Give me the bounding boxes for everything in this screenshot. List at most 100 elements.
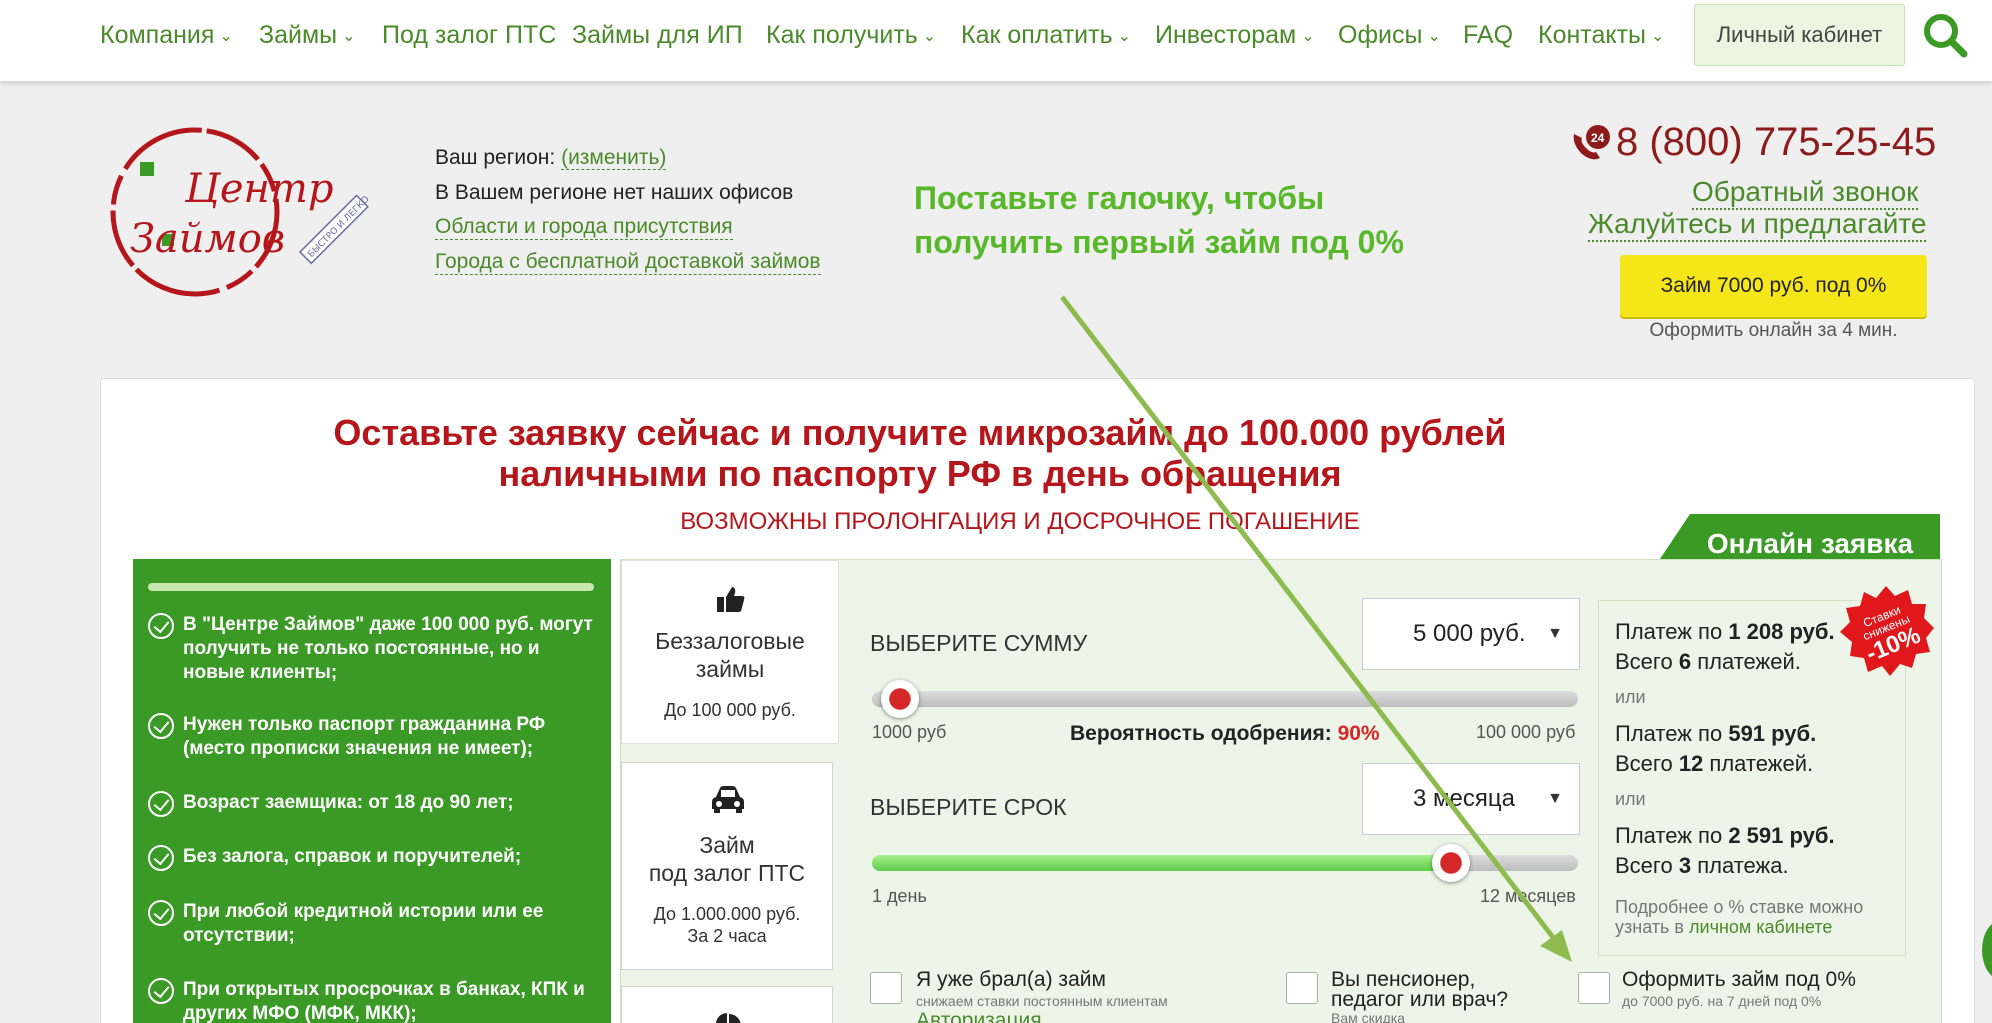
benefit-text: В "Центре Займов" даже 100 000 руб. могу… <box>183 614 593 683</box>
term-slider-thumb[interactable] <box>1431 844 1470 882</box>
payment-amount: 591 руб. <box>1728 721 1817 746</box>
search-icon[interactable] <box>1922 12 1968 58</box>
headline-line1: Оставьте заявку сейчас и получите микроз… <box>333 412 1507 453</box>
areas-link[interactable]: Области и города присутствия <box>435 215 733 240</box>
payment-or: или <box>1615 789 1646 809</box>
authorization-link[interactable]: Авторизация <box>916 1010 1042 1023</box>
term-select[interactable]: 3 месяца ▼ <box>1362 763 1580 835</box>
nav-item-offices[interactable]: Офисы ⌄ <box>1338 20 1441 54</box>
term-slider-fill <box>872 855 1451 871</box>
product-tab-unsecured[interactable]: Беззалоговые займы До 100 000 руб. <box>621 560 839 744</box>
nav-item-loans[interactable]: Займы ⌄ <box>259 20 356 54</box>
benefit-text: При любой кредитной истории или ее отсут… <box>183 901 544 946</box>
personal-cabinet-link[interactable]: личном кабинете <box>1689 917 1832 937</box>
phone-24-icon: 24 <box>1573 125 1610 160</box>
chevron-down-icon: ⌄ <box>1117 28 1132 45</box>
payment-total-count: 3 <box>1678 853 1692 878</box>
benefit-item: Возраст заемщика: от 18 до 90 лет; <box>148 791 598 817</box>
loan-button-subtitle: Оформить онлайн за 4 мин. <box>1649 320 1898 341</box>
term-label: ВЫБЕРИТЕ СРОК <box>870 794 1067 820</box>
benefit-item: При любой кредитной истории или ее отсут… <box>148 900 598 948</box>
returning-client-checkbox[interactable] <box>870 972 902 1004</box>
chevron-down-icon: ⌄ <box>922 28 937 45</box>
car-icon <box>712 786 744 813</box>
product-subtitle: За 2 часа <box>687 926 767 946</box>
caret-down-icon: ▼ <box>1547 790 1563 807</box>
product-title: Беззалоговые <box>655 628 805 654</box>
zero-percent-loan-checkbox[interactable] <box>1578 972 1610 1004</box>
term-min-label: 1 день <box>872 886 927 906</box>
check-circle-icon <box>148 791 174 817</box>
callback-link[interactable]: Обратный звонок <box>1692 176 1919 210</box>
nav-item-how-to-pay[interactable]: Как оплатить ⌄ <box>961 20 1131 54</box>
phone-number[interactable]: 8 (800) 775-25-45 <box>1616 120 1936 165</box>
nav-item-investors[interactable]: Инвесторам ⌄ <box>1155 20 1315 54</box>
nav-item-label: Инвесторам <box>1155 21 1297 49</box>
loan-zero-percent-button[interactable]: Займ 7000 руб. под 0% <box>1620 255 1927 317</box>
payment-total-prefix: Всего <box>1615 853 1673 878</box>
product-tab-pts[interactable]: Займ под залог ПТС До 1.000.000 руб. За … <box>621 762 833 970</box>
annotation-line1: Поставьте галочку, чтобы <box>914 180 1325 216</box>
payment-total-count: 6 <box>1678 649 1692 674</box>
change-region-link[interactable]: (изменить) <box>561 146 667 170</box>
payment-prefix: Платеж по <box>1615 823 1723 848</box>
term-select-value: 3 месяца <box>1413 785 1515 812</box>
check-circle-icon <box>148 613 174 639</box>
chevron-down-icon: ⌄ <box>219 28 233 45</box>
payment-or: или <box>1615 687 1646 707</box>
benefits-divider <box>148 583 594 591</box>
company-logo[interactable]: Центр Займов БЫСТРО И ЛЕГКО <box>100 122 370 300</box>
sum-select-value: 5 000 руб. <box>1413 620 1526 647</box>
payment-amount: 2 591 руб. <box>1728 823 1835 848</box>
page-subheadline: ВОЗМОЖНЫ ПРОЛОНГАЦИЯ И ДОСРОЧНОЕ ПОГАШЕН… <box>680 508 1360 535</box>
free-delivery-link[interactable]: Города с бесплатной доставкой займов <box>435 250 821 275</box>
nav-item-contacts[interactable]: Контакты ⌄ <box>1538 20 1664 54</box>
approval-probability: Вероятность одобрения: 90% <box>1070 722 1380 746</box>
pie-chart-icon <box>716 1013 741 1023</box>
complaints-link[interactable]: Жалуйтесь и предлагайте <box>1588 208 1927 242</box>
payment-prefix: Платеж по <box>1615 721 1723 746</box>
check-circle-icon <box>148 900 174 926</box>
nav-item-ip-loans[interactable]: Займы для ИП <box>572 20 743 50</box>
term-slider-track[interactable] <box>872 855 1578 871</box>
benefit-item: При открытых просрочках в банках, КПК и … <box>148 978 598 1023</box>
payment-total-1: Всего 6 платежей. <box>1615 649 1801 675</box>
approval-label: Вероятность одобрения: <box>1070 722 1332 745</box>
headline-line2: наличными по паспорту РФ в день обращени… <box>498 453 1342 494</box>
no-offices-text: В Вашем регионе нет наших офисов <box>435 181 794 204</box>
sum-label: ВЫБЕРИТЕ СУММУ <box>870 630 1088 656</box>
nav-item-how-to-get[interactable]: Как получить ⌄ <box>766 20 936 54</box>
logo-text-line2: Займов <box>130 216 285 262</box>
nav-item-label: Как получить <box>766 21 918 49</box>
nav-item-label: Займы для ИП <box>572 21 743 49</box>
nav-item-faq[interactable]: FAQ <box>1463 20 1513 50</box>
nav-item-company[interactable]: Компания ⌄ <box>100 20 233 54</box>
sum-select[interactable]: 5 000 руб. ▼ <box>1362 598 1580 670</box>
pensioner-checkbox[interactable] <box>1286 972 1318 1004</box>
payment-amount: 1 208 руб. <box>1728 619 1835 644</box>
product-subtitle: До 1.000.000 руб. <box>653 904 801 924</box>
nav-item-label: Контакты <box>1538 21 1646 49</box>
region-line: Ваш регион: (изменить) <box>435 146 667 170</box>
payment-total-suffix: платежа. <box>1697 853 1789 878</box>
product-tab-third[interactable] <box>621 986 833 1023</box>
personal-cabinet-button[interactable]: Личный кабинет <box>1694 4 1905 66</box>
logo-text-line1: Центр <box>184 166 333 212</box>
nav-item-label: Займы <box>259 21 338 49</box>
sum-max-label: 100 000 руб <box>1476 722 1576 742</box>
sum-slider-thumb[interactable] <box>881 680 920 718</box>
nav-item-pts[interactable]: Под залог ПТС <box>382 20 556 50</box>
chat-widget-button[interactable] <box>1982 920 1992 980</box>
zero-percent-loan-label: Оформить займ под 0% <box>1622 968 1856 991</box>
nav-item-label: Как оплатить <box>961 21 1113 49</box>
payment-total-prefix: Всего <box>1615 649 1673 674</box>
payment-total-suffix: платежей. <box>1697 649 1801 674</box>
benefit-item: Без залога, справок и поручителей; <box>148 845 598 871</box>
payment-option-2: Платеж по 591 руб. <box>1615 721 1816 747</box>
top-navigation: Компания ⌄ Займы ⌄ Под залог ПТС Займы для… <box>0 0 1992 82</box>
nav-item-label: Компания <box>100 21 215 49</box>
benefit-text: Без залога, справок и поручителей; <box>183 846 522 867</box>
sum-slider-track[interactable] <box>872 691 1578 707</box>
payment-prefix: Платеж по <box>1615 619 1723 644</box>
payment-total-3: Всего 3 платежа. <box>1615 853 1789 879</box>
